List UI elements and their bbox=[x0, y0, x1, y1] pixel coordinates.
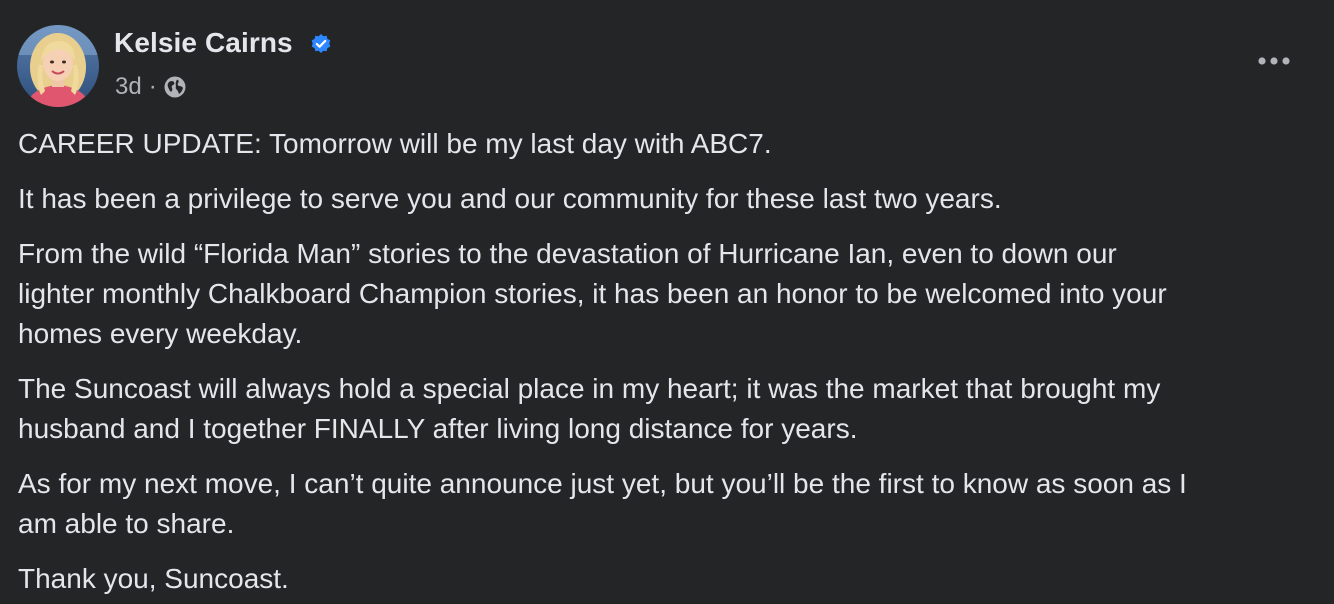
post-line: homes every weekday. bbox=[18, 318, 303, 349]
post-paragraph: It has been a privilege to serve you and… bbox=[18, 179, 1318, 219]
more-options-button[interactable] bbox=[1254, 46, 1294, 76]
post-line: Thank you, Suncoast. bbox=[18, 563, 289, 594]
post-meta: 3d · bbox=[115, 72, 187, 102]
globe-icon[interactable] bbox=[163, 75, 187, 99]
post-paragraph: As for my next move, I can’t quite annou… bbox=[18, 464, 1318, 544]
more-options-icon bbox=[1258, 57, 1290, 65]
profile-avatar[interactable] bbox=[17, 25, 99, 107]
post-paragraph: The Suncoast will always hold a special … bbox=[18, 369, 1318, 449]
post-line: lighter monthly Chalkboard Champion stor… bbox=[18, 278, 1167, 309]
post-paragraph: From the wild “Florida Man” stories to t… bbox=[18, 234, 1318, 354]
author-name[interactable]: Kelsie Cairns bbox=[114, 27, 293, 59]
avatar-photo bbox=[17, 25, 99, 107]
post-line: It has been a privilege to serve you and… bbox=[18, 183, 1002, 214]
facebook-post: Kelsie Cairns 3d · CAREER UPDATE: Tomorr… bbox=[0, 0, 1334, 604]
post-line: As for my next move, I can’t quite annou… bbox=[18, 468, 1187, 499]
post-paragraph: CAREER UPDATE: Tomorrow will be my last … bbox=[18, 124, 1318, 164]
verified-badge-icon bbox=[311, 34, 331, 53]
post-line: CAREER UPDATE: Tomorrow will be my last … bbox=[18, 128, 772, 159]
post-paragraph: Thank you, Suncoast. bbox=[18, 559, 1318, 599]
post-line: From the wild “Florida Man” stories to t… bbox=[18, 238, 1117, 269]
post-line: am able to share. bbox=[18, 508, 235, 539]
meta-separator: · bbox=[148, 73, 157, 100]
post-body: CAREER UPDATE: Tomorrow will be my last … bbox=[18, 124, 1318, 604]
post-line: husband and I together FINALLY after liv… bbox=[18, 413, 858, 444]
post-timestamp[interactable]: 3d bbox=[115, 73, 142, 101]
post-line: The Suncoast will always hold a special … bbox=[18, 373, 1161, 404]
